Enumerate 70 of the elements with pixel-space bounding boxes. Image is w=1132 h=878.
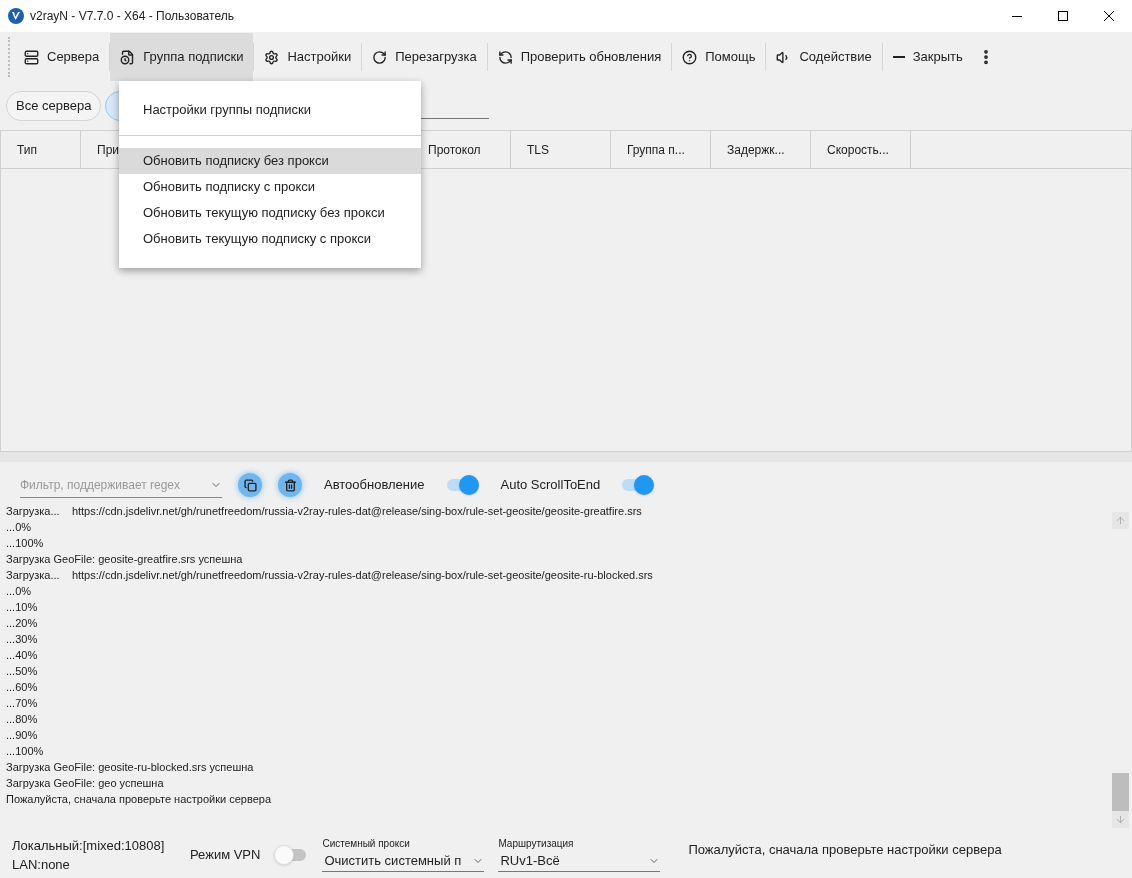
splitter-bar[interactable] <box>0 452 1132 462</box>
toggle-switch[interactable] <box>620 475 655 495</box>
log-line: ...0% <box>6 520 33 535</box>
reload-icon <box>372 49 388 65</box>
app-logo-icon <box>8 8 24 24</box>
toolbar-button[interactable]: Перезагрузка <box>362 33 487 81</box>
local-port-text: Локальный:[mixed:10808] <box>12 836 166 855</box>
scroll-up-icon[interactable] <box>1115 515 1126 526</box>
toggle-label: Автообновление <box>324 476 425 495</box>
column-header[interactable]: Задержк... <box>711 131 811 168</box>
column-header[interactable]: Группа п... <box>611 131 711 168</box>
document-clock-icon <box>120 49 136 65</box>
column-header[interactable]: Тип <box>1 131 81 168</box>
scroll-down-icon[interactable] <box>1115 814 1126 825</box>
toolbar-button[interactable]: Группа подписки <box>110 33 254 81</box>
scroll-thumb[interactable] <box>1112 773 1129 811</box>
log-line: Загрузка GeoFile: geosite-greatfire.srs успешна <box>6 552 244 567</box>
log-line: ...100% <box>6 536 45 551</box>
log-line: Загрузка GeoFile: geosite-ru-blocked.srs успешна <box>6 760 255 775</box>
help-icon <box>682 49 698 65</box>
dropdown-label: Маршрутизация <box>498 838 575 850</box>
settings-icon <box>264 49 280 65</box>
copy-button[interactable] <box>238 473 262 497</box>
window-title: v2rayN - V7.7.0 - X64 - Пользователь <box>30 8 234 25</box>
log-line: Загрузка GeoFile: geo успешна <box>6 776 165 791</box>
toolbar-button[interactable]: Закрыть <box>882 33 973 81</box>
log-line: Загрузка... https://cdn.jsdelivr.net/gh/runetfreedom/russia-v2ray-rules-dat@release/sing-box/rule-set-geosite/geosite-ru-blocked.srs <box>6 568 654 583</box>
log-line: ...100% <box>6 744 45 759</box>
maximize-icon <box>1058 11 1068 21</box>
dropdown-label: Системный прокси <box>322 838 411 850</box>
log-line: ...40% <box>6 648 39 663</box>
log-line: ...50% <box>6 664 39 679</box>
log-line: ...70% <box>6 696 39 711</box>
log-line: Пожалуйста, сначала проверьте настройки сервера <box>6 792 272 807</box>
menu-item[interactable]: Настройки группы подписки <box>119 97 421 123</box>
toolbar-button[interactable]: Помощь <box>672 33 766 81</box>
log-line: ...20% <box>6 616 39 631</box>
scrollbar[interactable] <box>1112 512 1129 828</box>
column-header[interactable]: Скорость... <box>811 131 911 168</box>
menu-item[interactable]: Обновить текущую подписку с прокси <box>119 226 421 252</box>
menu-item[interactable]: Обновить подписку с прокси <box>119 174 421 200</box>
server-icon <box>24 49 39 65</box>
vpn-label: Режим VPN <box>190 846 261 865</box>
status-message: Пожалуйста, сначала проверьте настройки сервера <box>688 841 1002 859</box>
close-icon <box>1104 11 1114 21</box>
routing-dropdown[interactable]: RUv1-Всё <box>498 850 661 872</box>
lan-text: LAN:none <box>12 856 71 874</box>
copy-icon <box>243 478 257 492</box>
system-proxy-dropdown[interactable]: Очистить системный п <box>322 850 485 872</box>
log-line: ...60% <box>6 680 39 695</box>
minimize-icon <box>1012 15 1022 17</box>
refresh-icon <box>497 49 513 65</box>
toolbar-button[interactable]: Настройки <box>254 33 362 81</box>
toolbar-button[interactable]: Содействие <box>766 33 882 81</box>
log-line: ...80% <box>6 712 39 727</box>
delete-button[interactable] <box>278 473 302 497</box>
toolbar-button[interactable]: Проверить обновления <box>487 33 672 81</box>
log-line: ...90% <box>6 728 39 743</box>
minus-icon <box>892 56 905 58</box>
column-header[interactable]: TLS <box>511 131 611 168</box>
toggle-label: Auto ScrollToEnd <box>500 476 601 495</box>
log-line: Загрузка... https://cdn.jsdelivr.net/gh/runetfreedom/russia-v2ray-rules-dat@release/sing-box/rule-set-geosite/geosite-greatfire.srs <box>6 504 643 519</box>
menu-item[interactable]: Обновить подписку без прокси <box>119 148 421 174</box>
log-line: ...10% <box>6 600 39 615</box>
trash-icon <box>283 478 297 492</box>
filter-chip[interactable]: Все сервера <box>6 91 102 121</box>
log-line: ...0% <box>6 584 33 599</box>
menu-item[interactable]: Обновить текущую подписку без прокси <box>119 200 421 226</box>
toolbar-button[interactable]: Сервера <box>14 33 110 81</box>
log-line: ...30% <box>6 632 39 647</box>
